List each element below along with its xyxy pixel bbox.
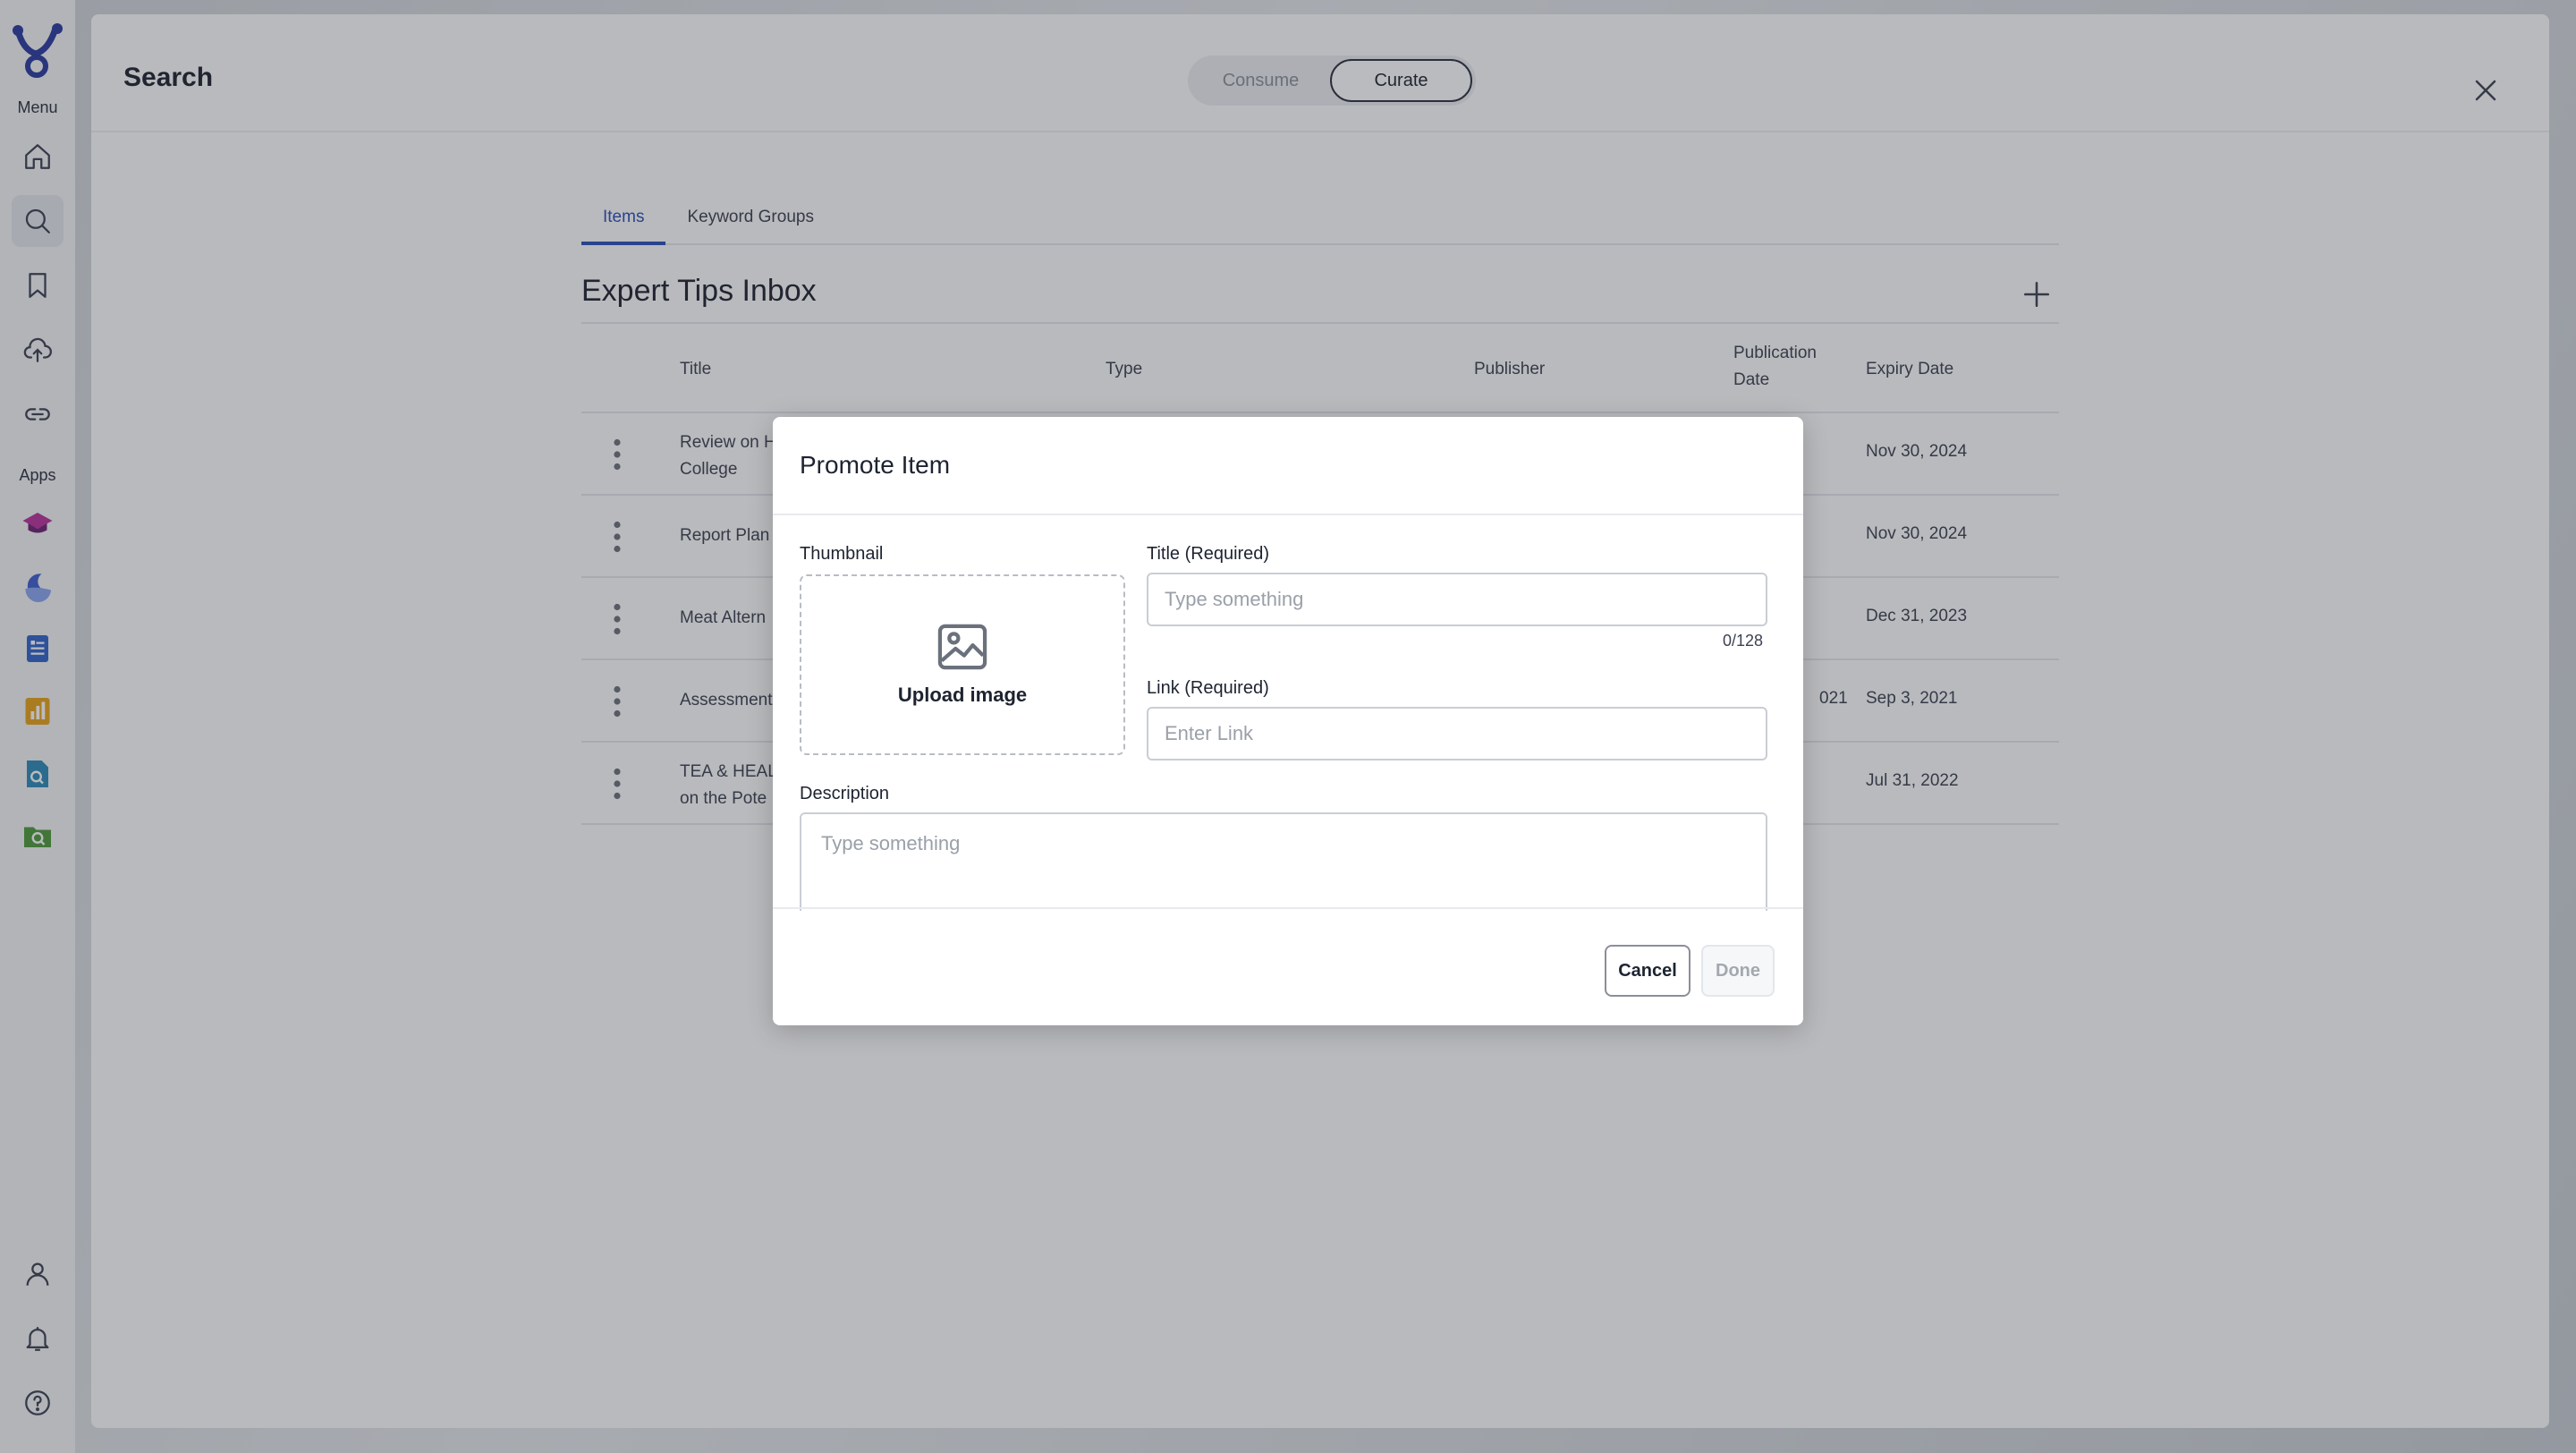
- title-field-label: Title (Required): [1147, 544, 1270, 564]
- dialog-footer: Cancel Done: [773, 907, 1803, 1025]
- thumbnail-label: Thumbnail: [800, 544, 884, 564]
- dialog-title: Promote Item: [800, 451, 951, 479]
- dialog-header: Promote Item: [773, 417, 1803, 515]
- cancel-button[interactable]: Cancel: [1605, 945, 1690, 997]
- description-field: [800, 812, 1767, 911]
- upload-image-label: Upload image: [897, 684, 1028, 706]
- description-label: Description: [800, 784, 890, 803]
- done-button[interactable]: Done: [1701, 945, 1775, 997]
- promote-item-dialog: Promote Item Thumbnail Upload image Titl…: [773, 417, 1803, 1025]
- title-input[interactable]: [1147, 573, 1767, 626]
- description-textarea[interactable]: [801, 814, 1766, 911]
- link-field-label: Link (Required): [1147, 678, 1269, 698]
- image-icon: [937, 624, 987, 670]
- title-char-counter: 0/128: [1723, 632, 1764, 650]
- link-input[interactable]: [1147, 707, 1767, 760]
- upload-image-dropzone[interactable]: Upload image: [800, 574, 1125, 755]
